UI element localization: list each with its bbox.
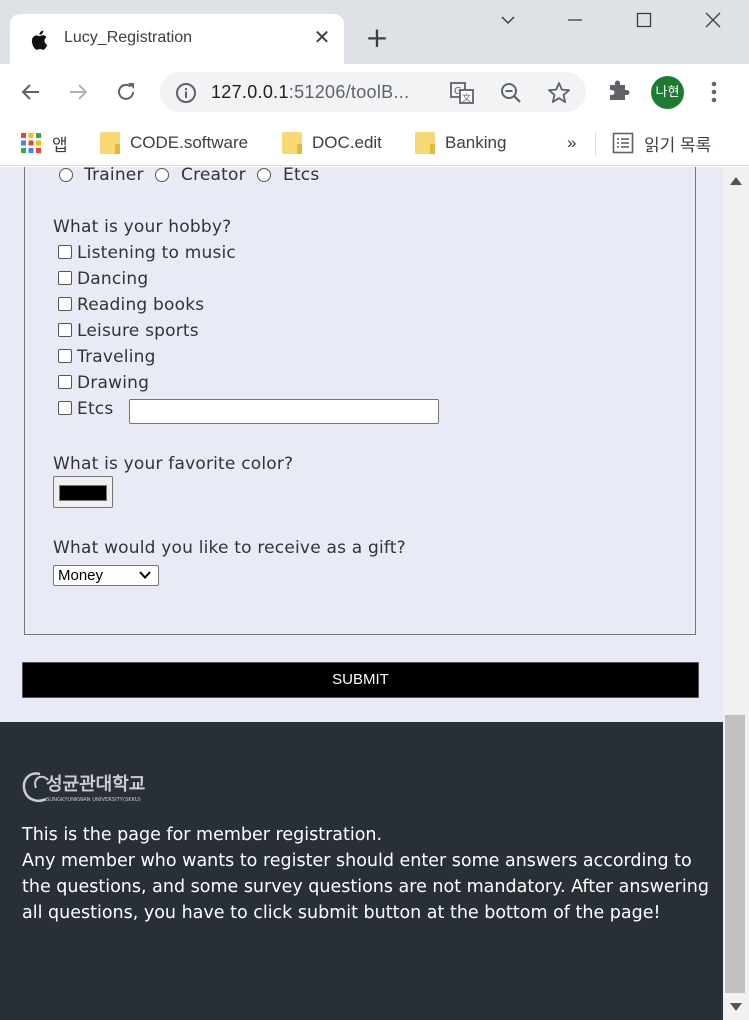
hobby-label: Leisure sports bbox=[77, 321, 199, 341]
folder-icon bbox=[100, 132, 120, 154]
bookmark-doc-edit[interactable]: DOC.edit bbox=[282, 128, 382, 158]
maximize-icon[interactable] bbox=[626, 8, 662, 38]
svg-text:성균관대학교: 성균관대학교 bbox=[46, 773, 145, 795]
footer-line-2: Any member who wants to register should … bbox=[22, 851, 709, 923]
reading-list-label: 읽기 목록 bbox=[644, 135, 712, 155]
svg-text:SUNGKYUNKWAN UNIVERSITY(SKKU): SUNGKYUNKWAN UNIVERSITY(SKKU) bbox=[46, 797, 141, 803]
radio-label-creator: Creator bbox=[181, 167, 246, 185]
checkbox-listening-to-music[interactable] bbox=[58, 245, 72, 259]
tab-close-icon[interactable]: ✕ bbox=[310, 25, 334, 49]
checkbox-leisure-sports[interactable] bbox=[58, 323, 72, 337]
bookmarks-overflow-icon[interactable]: » bbox=[567, 128, 576, 158]
hobby-etcs-input[interactable] bbox=[129, 399, 439, 424]
extensions-icon[interactable] bbox=[604, 76, 632, 104]
apps-label: 앱 bbox=[52, 135, 68, 155]
reload-icon[interactable] bbox=[110, 76, 142, 108]
zoom-out-icon[interactable] bbox=[498, 80, 524, 106]
translate-icon[interactable]: G 文 bbox=[449, 80, 475, 106]
hobby-question: What is your hobby? bbox=[53, 217, 232, 237]
checkbox-traveling[interactable] bbox=[58, 349, 72, 363]
browser-tab[interactable]: Lucy_Registration ✕ bbox=[10, 14, 344, 64]
hobby-label: Etcs bbox=[77, 399, 114, 419]
svg-text:文: 文 bbox=[462, 92, 471, 104]
page-viewport: Trainer Creator Etcs What is your hobby?… bbox=[0, 167, 723, 1020]
forward-icon[interactable] bbox=[62, 76, 94, 108]
bookmark-code-software[interactable]: CODE.software bbox=[100, 128, 248, 158]
radio-label-etcs: Etcs bbox=[283, 167, 320, 185]
tab-search-icon[interactable] bbox=[490, 8, 526, 38]
back-icon[interactable] bbox=[15, 76, 47, 108]
bookmark-label: CODE.software bbox=[130, 133, 249, 152]
checkbox-dancing[interactable] bbox=[58, 271, 72, 285]
folder-icon bbox=[282, 132, 302, 154]
footer-line-1: This is the page for member registration… bbox=[22, 825, 383, 845]
profile-avatar[interactable]: 나현 bbox=[651, 76, 684, 109]
radio-trainer[interactable] bbox=[59, 168, 73, 182]
window-close-icon[interactable] bbox=[695, 8, 731, 38]
checkbox-reading-books[interactable] bbox=[58, 297, 72, 311]
bookmarks-separator bbox=[595, 132, 596, 156]
page-footer: 성균관대학교 SUNGKYUNKWAN UNIVERSITY(SKKU) Thi… bbox=[0, 722, 723, 1020]
address-bar[interactable]: 127.0.0.1:51206/toolB... G 文 bbox=[160, 72, 586, 112]
apps-grid-icon bbox=[21, 133, 41, 153]
color-question: What is your favorite color? bbox=[53, 454, 294, 474]
gift-select[interactable]: Money bbox=[53, 565, 159, 586]
reading-list-icon bbox=[612, 132, 634, 154]
apps-shortcut[interactable]: 앱 bbox=[20, 128, 68, 158]
url-text: 127.0.0.1:51206/toolB... bbox=[211, 82, 410, 102]
gift-selected-value: Money bbox=[58, 567, 104, 584]
chevron-down-icon bbox=[139, 571, 151, 579]
tab-title: Lucy_Registration bbox=[64, 29, 193, 46]
color-swatch bbox=[59, 485, 107, 501]
university-logo: 성균관대학교 SUNGKYUNKWAN UNIVERSITY(SKKU) bbox=[22, 772, 145, 803]
checkbox-etcs[interactable] bbox=[58, 401, 72, 415]
browser-toolbar: 127.0.0.1:51206/toolB... G 文 나현 bbox=[0, 64, 749, 120]
hobby-label: Dancing bbox=[77, 269, 149, 289]
bookmark-label: Banking bbox=[445, 133, 507, 152]
bookmark-banking[interactable]: Banking bbox=[415, 128, 506, 158]
radio-label-trainer: Trainer bbox=[84, 167, 144, 185]
folder-icon bbox=[415, 132, 435, 154]
checkbox-drawing[interactable] bbox=[58, 375, 72, 389]
hobby-label: Reading books bbox=[77, 295, 205, 315]
scrollbar-thumb[interactable] bbox=[725, 715, 745, 993]
hobby-label: Drawing bbox=[77, 373, 150, 393]
scroll-up-icon[interactable] bbox=[730, 177, 742, 185]
submit-button[interactable]: SUBMIT bbox=[22, 662, 699, 698]
more-menu-icon[interactable] bbox=[704, 78, 724, 106]
hobby-label: Traveling bbox=[77, 347, 156, 367]
minimize-icon[interactable] bbox=[557, 8, 593, 38]
apple-icon bbox=[31, 30, 48, 50]
site-info-icon[interactable] bbox=[174, 81, 198, 105]
bookmark-label: DOC.edit bbox=[312, 133, 382, 152]
new-tab-icon[interactable]: + bbox=[362, 24, 392, 54]
footer-description: This is the page for member registration… bbox=[22, 822, 712, 926]
bookmark-star-icon[interactable] bbox=[546, 80, 572, 106]
tab-strip: Lucy_Registration ✕ + bbox=[0, 0, 749, 64]
bookmarks-bar: 앱 CODE.software DOC.edit Banking » 읽기 목록 bbox=[0, 120, 749, 166]
radio-etcs[interactable] bbox=[257, 168, 271, 182]
radio-creator[interactable] bbox=[155, 168, 169, 182]
hobby-label: Listening to music bbox=[77, 243, 236, 263]
scroll-down-icon[interactable] bbox=[730, 1003, 742, 1011]
page-scrollbar[interactable] bbox=[723, 167, 749, 1020]
reading-list[interactable]: 읽기 목록 bbox=[612, 128, 711, 158]
color-picker[interactable] bbox=[53, 476, 113, 508]
gift-question: What would you like to receive as a gift… bbox=[53, 538, 406, 558]
